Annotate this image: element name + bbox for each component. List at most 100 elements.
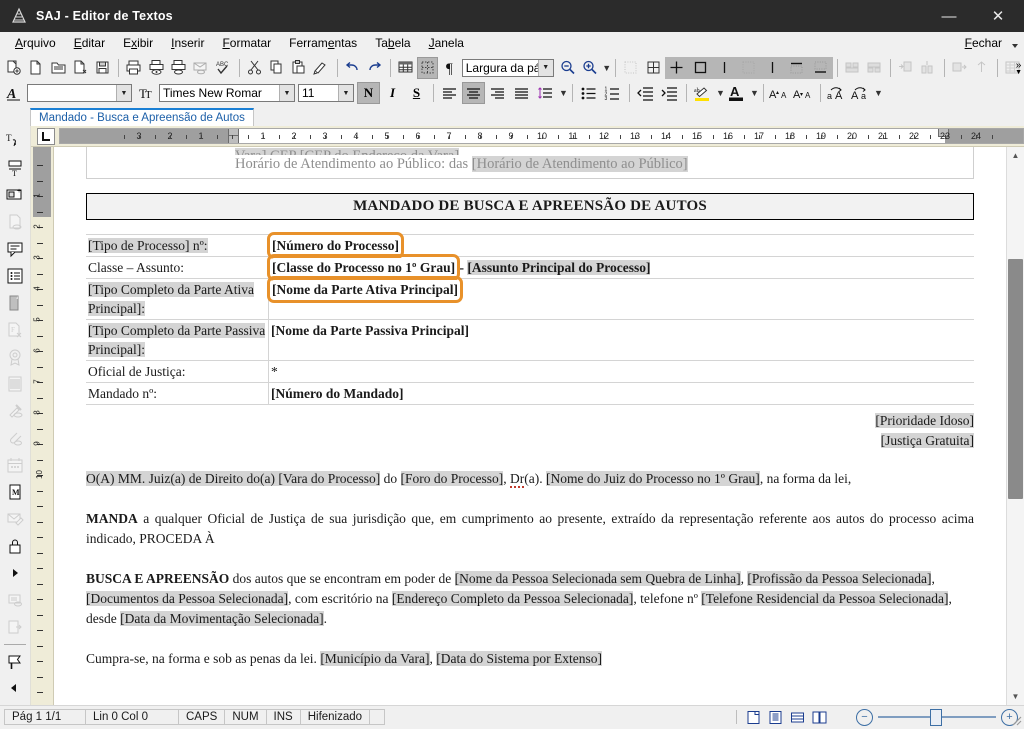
zoom-control[interactable]: − + <box>856 708 1018 726</box>
save-icon[interactable] <box>92 57 113 79</box>
print-setup-icon[interactable] <box>168 57 189 79</box>
delete-column-icon[interactable] <box>971 57 992 79</box>
chevron-down-icon[interactable] <box>1012 44 1018 48</box>
remove-field-tool-icon[interactable]: F <box>2 317 28 343</box>
tab-stop-selector[interactable] <box>37 127 55 145</box>
decrease-indent-icon[interactable] <box>634 82 657 104</box>
gavel-tool-icon[interactable] <box>2 398 28 424</box>
border-bottom-icon[interactable] <box>809 57 832 79</box>
tag-tool-icon[interactable] <box>2 649 28 675</box>
attachment-tool-icon[interactable] <box>2 425 28 451</box>
barcode-tool-icon[interactable] <box>2 371 28 397</box>
menu-janela[interactable]: Janela <box>420 34 473 52</box>
table-grid-toggle-icon[interactable] <box>620 57 641 79</box>
export-tool-icon[interactable] <box>2 614 28 640</box>
border-inner-vertical-icon[interactable] <box>737 57 760 79</box>
font-family-select[interactable]: Times New Romar ▼ <box>159 84 295 102</box>
ruler-track[interactable]: 3211234567891011121314151617181920212223… <box>59 128 1024 144</box>
highlighted-field-parte-ativa[interactable]: [Nome da Parte Ativa Principal] <box>267 276 463 303</box>
envelope-tool-icon[interactable] <box>2 506 28 532</box>
bold-button[interactable]: N <box>357 82 380 104</box>
italic-button[interactable]: I <box>381 82 404 104</box>
table-properties-icon[interactable] <box>417 56 439 79</box>
menu-formatar[interactable]: Formatar <box>213 34 280 52</box>
show-formatting-marks-icon[interactable]: ¶ <box>439 57 460 79</box>
chevron-down-icon[interactable]: ▼ <box>116 85 131 101</box>
expand-tool-icon[interactable] <box>2 560 28 586</box>
zoom-out-button[interactable]: − <box>856 708 873 726</box>
view-web-icon[interactable] <box>786 708 808 726</box>
status-num[interactable]: NUM <box>224 709 267 725</box>
insert-column-icon[interactable] <box>917 57 938 79</box>
copy-icon[interactable] <box>266 57 287 79</box>
document-page[interactable]: Vara] CEP [CEP do Endereço da Vara] Horá… <box>54 147 1006 705</box>
border-top-icon[interactable] <box>785 57 808 79</box>
change-case-down-icon[interactable]: Aa <box>849 82 872 104</box>
scroll-up-arrow-icon[interactable]: ▲ <box>1007 147 1024 164</box>
border-left-icon[interactable] <box>713 57 736 79</box>
text-style-icon[interactable]: A <box>3 82 26 104</box>
blank-page-icon[interactable] <box>25 57 46 79</box>
close-document-button[interactable]: Fechar <box>961 34 1006 52</box>
align-center-icon[interactable] <box>462 82 485 104</box>
page-break-tool-icon[interactable] <box>2 290 28 316</box>
toolbar-overflow-button[interactable]: » ▼ <box>1015 55 1022 80</box>
align-justify-icon[interactable] <box>510 82 533 104</box>
send-mail-icon[interactable] <box>190 57 211 79</box>
highlighted-field-classe-processo[interactable]: [Classe do Processo no 1º Grau] <box>266 254 461 281</box>
format-painter-icon[interactable] <box>310 57 331 79</box>
menu-ferramentas[interactable]: Ferramentas <box>280 34 366 52</box>
insert-row-icon[interactable] <box>895 57 916 79</box>
highlighted-field-numero-processo[interactable]: [Número do Processo] <box>267 232 404 259</box>
align-right-icon[interactable] <box>486 82 509 104</box>
lock-tool-icon[interactable] <box>2 533 28 559</box>
spellcheck-icon[interactable]: ABC <box>212 57 233 79</box>
vertical-scrollbar[interactable]: ▲ ▼ <box>1006 147 1024 705</box>
chevron-down-icon[interactable]: ▼ <box>874 88 883 98</box>
menu-inserir[interactable]: Inserir <box>162 34 213 52</box>
chevron-down-icon[interactable]: ▼ <box>602 63 611 73</box>
line-spacing-icon[interactable] <box>534 82 557 104</box>
chevron-down-icon[interactable]: ▼ <box>716 88 725 98</box>
change-case-up-icon[interactable]: aA <box>825 82 848 104</box>
chevron-down-icon[interactable]: ▼ <box>338 85 353 101</box>
merge-cells-icon[interactable] <box>842 57 863 79</box>
table-borders-all-icon[interactable] <box>642 57 663 79</box>
status-ins[interactable]: INS <box>265 709 301 725</box>
insert-field-tool-icon[interactable]: + <box>2 182 28 208</box>
zoom-in-icon[interactable] <box>579 57 600 79</box>
underline-button[interactable]: S <box>405 82 428 104</box>
view-page-icon[interactable] <box>764 708 786 726</box>
border-box-icon[interactable] <box>689 57 712 79</box>
decrease-font-icon[interactable]: A ▾ A <box>792 82 815 104</box>
resize-grip[interactable] <box>1008 712 1022 726</box>
text-cursor-tool-icon[interactable]: T <box>2 128 28 154</box>
header-footer-tool-icon[interactable]: T <box>2 155 28 181</box>
zoom-slider-thumb[interactable] <box>930 709 942 726</box>
align-left-icon[interactable] <box>438 82 461 104</box>
chevron-down-icon[interactable]: ▼ <box>750 88 759 98</box>
delete-row-icon[interactable] <box>948 57 969 79</box>
zoom-slider-track[interactable] <box>878 709 996 726</box>
bullet-list-icon[interactable] <box>577 82 600 104</box>
left-indent-marker[interactable] <box>228 135 239 143</box>
redo-icon[interactable] <box>364 57 385 79</box>
open-folder-icon[interactable] <box>48 57 69 79</box>
status-caps[interactable]: CAPS <box>178 709 226 725</box>
insert-table-icon[interactable] <box>395 57 416 79</box>
menu-arquivo[interactable]: Arquivo <box>6 34 65 52</box>
paragraph-style-select[interactable]: ▼ <box>27 84 132 102</box>
font-color-icon[interactable]: A <box>725 82 748 104</box>
comment-tool-icon[interactable] <box>2 236 28 262</box>
increase-font-icon[interactable]: A ▴ A <box>768 82 791 104</box>
chevron-down-icon[interactable]: ▼ <box>279 85 294 101</box>
view-normal-icon[interactable] <box>742 708 764 726</box>
status-hyphenation[interactable]: Hifenizado <box>299 709 371 725</box>
zoom-level-select[interactable]: Largura da págin ▼ <box>461 58 554 77</box>
chevron-down-icon[interactable]: ▼ <box>559 88 568 98</box>
print-preview-icon[interactable] <box>146 57 167 79</box>
menu-editar[interactable]: Editar <box>65 34 114 52</box>
zoom-out-icon[interactable] <box>557 57 578 79</box>
print-field-tool-icon[interactable] <box>2 587 28 613</box>
list-fields-tool-icon[interactable] <box>2 263 28 289</box>
